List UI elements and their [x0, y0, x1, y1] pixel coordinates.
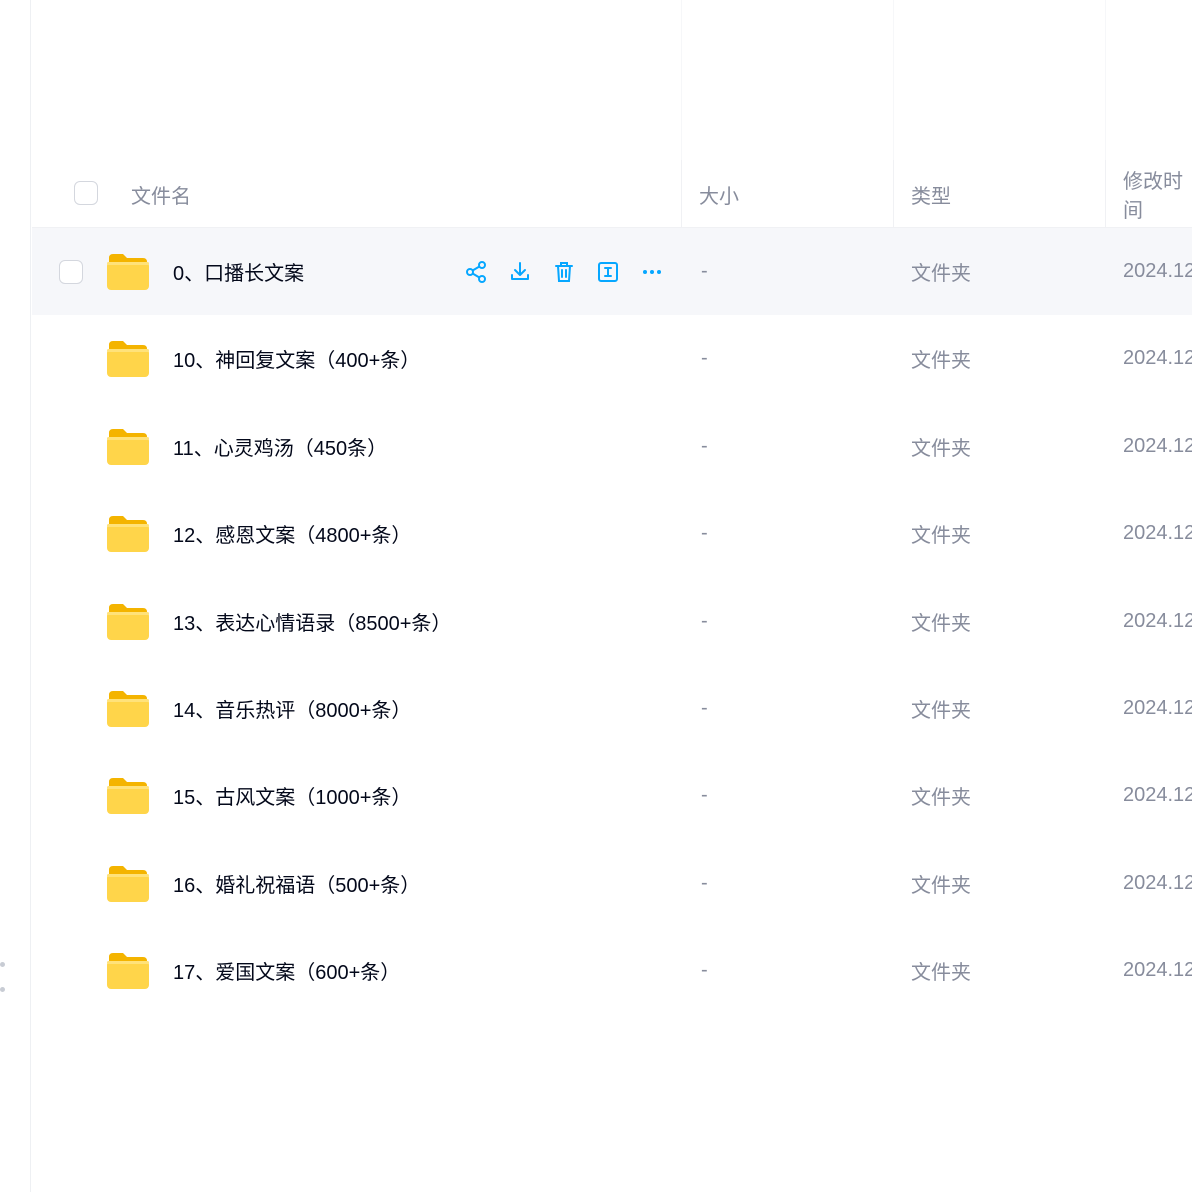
file-type: 文件夹: [911, 525, 971, 548]
file-size: -: [701, 784, 708, 807]
file-name[interactable]: 16、婚礼祝福语（500+条）: [173, 840, 420, 927]
file-name[interactable]: 13、表达心情语录（8500+条）: [173, 578, 451, 665]
table-row[interactable]: 16、婚礼祝福语（500+条） - 文件夹 2024.12: [32, 840, 1192, 927]
row-actions: [462, 228, 682, 315]
file-name[interactable]: 10、神回复文案（400+条）: [173, 315, 420, 402]
file-name[interactable]: 15、古风文案（1000+条）: [173, 752, 411, 839]
table-row[interactable]: 12、感恩文案（4800+条） - 文件夹 2024.12: [32, 490, 1192, 577]
file-modified-date: 2024.12: [1123, 434, 1192, 457]
file-modified-date: 2024.12: [1123, 522, 1192, 545]
file-name[interactable]: 12、感恩文案（4800+条）: [173, 490, 411, 577]
file-name[interactable]: 0、口播长文案: [173, 228, 304, 315]
file-type: 文件夹: [911, 699, 971, 722]
column-guide: [1105, 0, 1106, 160]
more-icon[interactable]: [638, 258, 666, 286]
file-size: -: [701, 609, 708, 632]
column-guide: [893, 0, 894, 160]
table-body: 0、口播长文案 - 文件夹 2024.12 10、神回复文案（400+条） - 文件夹 202…: [32, 228, 1192, 1015]
top-empty-area: [32, 0, 1192, 160]
file-modified-date: 2024.12: [1123, 871, 1192, 894]
folder-icon: [106, 513, 150, 553]
file-modified-date: 2024.12: [1123, 784, 1192, 807]
table-row[interactable]: 11、心灵鸡汤（450条） - 文件夹 2024.12: [32, 403, 1192, 490]
folder-icon: [106, 950, 150, 990]
file-modified-date: 2024.12: [1123, 609, 1192, 632]
rename-icon[interactable]: [594, 258, 622, 286]
file-modified-date: 2024.12: [1123, 347, 1192, 370]
file-type: 文件夹: [911, 437, 971, 460]
file-modified-date: 2024.12: [1123, 959, 1192, 982]
select-all-checkbox[interactable]: [74, 181, 98, 205]
folder-icon: [106, 601, 150, 641]
table-row[interactable]: 14、音乐热评（8000+条） - 文件夹 2024.12: [32, 665, 1192, 752]
column-guide: [681, 0, 682, 160]
file-size: -: [701, 260, 708, 282]
folder-icon: [106, 863, 150, 903]
file-type: 文件夹: [911, 612, 971, 635]
folder-icon: [106, 338, 150, 378]
column-divider: [1105, 160, 1106, 228]
delete-icon[interactable]: [550, 258, 578, 286]
left-panel-fragment: [0, 962, 6, 1002]
table-row[interactable]: 10、神回复文案（400+条） - 文件夹 2024.12: [32, 315, 1192, 402]
file-name[interactable]: 11、心灵鸡汤（450条）: [173, 403, 387, 490]
file-type: 文件夹: [911, 962, 971, 985]
table-row[interactable]: 0、口播长文案 - 文件夹 2024.12: [32, 228, 1192, 316]
file-name[interactable]: 17、爱国文案（600+条）: [173, 927, 400, 1014]
column-header-modified[interactable]: 修改时间: [1123, 160, 1192, 228]
file-modified-date: 2024.12: [1123, 260, 1192, 282]
row-checkbox[interactable]: [59, 260, 83, 284]
file-size: -: [701, 959, 708, 982]
column-header-size[interactable]: 大小: [699, 160, 739, 228]
column-divider: [681, 160, 682, 228]
file-type: 文件夹: [911, 263, 971, 285]
column-header-type[interactable]: 类型: [911, 160, 951, 228]
table-header: 文件名 大小 类型 修改时间: [32, 160, 1192, 228]
folder-icon: [106, 426, 150, 466]
folder-icon: [106, 775, 150, 815]
table-row[interactable]: 17、爱国文案（600+条） - 文件夹 2024.12: [32, 927, 1192, 1014]
file-size: -: [701, 871, 708, 894]
folder-icon: [106, 688, 150, 728]
left-panel-edge: [0, 0, 31, 1192]
table-row[interactable]: 15、古风文案（1000+条） - 文件夹 2024.12: [32, 752, 1192, 839]
file-size: -: [701, 696, 708, 719]
file-type: 文件夹: [911, 787, 971, 810]
file-name[interactable]: 14、音乐热评（8000+条）: [173, 665, 411, 752]
file-size: -: [701, 434, 708, 457]
folder-icon: [106, 251, 150, 291]
file-type: 文件夹: [911, 874, 971, 897]
file-type: 文件夹: [911, 350, 971, 373]
share-icon[interactable]: [462, 258, 490, 286]
file-size: -: [701, 522, 708, 545]
file-table: 文件名 大小 类型 修改时间 0、口播长文案 - 文件夹 2024.12 10、神回复文…: [32, 160, 1192, 1015]
file-size: -: [701, 347, 708, 370]
column-header-name[interactable]: 文件名: [131, 160, 191, 228]
download-icon[interactable]: [506, 258, 534, 286]
table-row[interactable]: 13、表达心情语录（8500+条） - 文件夹 2024.12: [32, 578, 1192, 665]
file-modified-date: 2024.12: [1123, 696, 1192, 719]
column-divider: [893, 160, 894, 228]
